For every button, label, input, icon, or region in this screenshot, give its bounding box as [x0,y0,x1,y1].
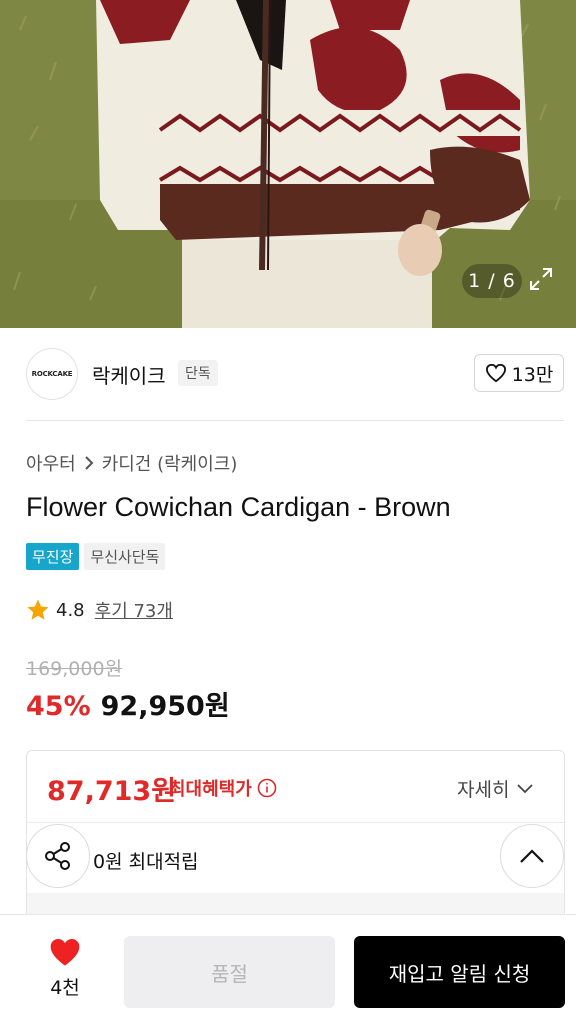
wishlist-count: 4천 [50,977,80,999]
rating-score: 4.8 [56,599,85,621]
benefit-box: 87,713원 최대혜택가 자세히 0원 최대적립 [26,750,565,930]
scroll-top-button[interactable] [500,824,564,888]
breadcrumb-category[interactable]: 아우터 [26,450,76,476]
heart-filled-icon [50,939,80,966]
max-benefit-label: 최대혜택가 [169,775,277,801]
points-row: 0원 최대적립 [93,851,199,873]
sale-price-row: 45% 92,950원 [26,684,230,723]
brand-logo[interactable]: ROCKCAKE [26,348,78,400]
breadcrumb-subcategory[interactable]: 카디건 (락케이크) [102,450,238,476]
product-title: Flower Cowichan Cardigan - Brown [26,492,451,522]
soldout-button[interactable]: 품절 [124,936,335,1008]
expand-icon[interactable] [528,266,560,298]
product-image[interactable]: 1 / 6 [0,0,576,328]
brand-like-count: 13만 [511,363,554,386]
heart-outline-icon [485,363,506,383]
badge-musinsa-exclusive: 무신사단독 [84,543,166,570]
share-icon [45,842,70,870]
max-benefit-label-text: 최대혜택가 [169,779,252,800]
brand-name[interactable]: 락케이크 [92,360,166,389]
divider [26,420,564,421]
reviews-link[interactable]: 후기 73개 [95,597,173,623]
breadcrumb: 아우터 카디건 (락케이크) [26,450,237,476]
original-price: 169,000원 [26,658,123,680]
chevron-right-icon [84,456,94,470]
chevron-down-icon [517,783,534,793]
share-button[interactable] [26,824,90,888]
detail-toggle[interactable]: 자세히 [457,775,534,802]
rating-row: 4.8 후기 73개 [26,597,173,623]
sale-price: 92,950원 [100,691,230,722]
info-icon[interactable] [257,778,277,798]
product-badges: 무진장 무신사단독 [26,543,166,570]
discount-rate: 45% [26,691,91,722]
chevron-up-icon [520,849,544,863]
brand-exclusive-tag: 단독 [178,360,218,386]
badge-mujinjang: 무진장 [26,543,80,570]
brand-row: ROCKCAKE 락케이크 단독 13만 [26,346,566,402]
brand-like-button[interactable]: 13만 [474,354,564,392]
max-benefit-price: 87,713원 [47,776,177,807]
brand-logo-text: ROCKCAKE [31,370,73,378]
bottom-action-bar: 4천 품절 재입고 알림 신청 [0,914,576,1024]
max-benefit-row[interactable]: 87,713원 최대혜택가 자세히 [27,751,564,823]
restock-alert-button[interactable]: 재입고 알림 신청 [354,936,565,1008]
wishlist-button[interactable]: 4천 [30,937,100,1007]
detail-toggle-label: 자세히 [457,779,510,801]
image-counter: 1 / 6 [462,264,522,298]
star-icon [27,599,49,620]
